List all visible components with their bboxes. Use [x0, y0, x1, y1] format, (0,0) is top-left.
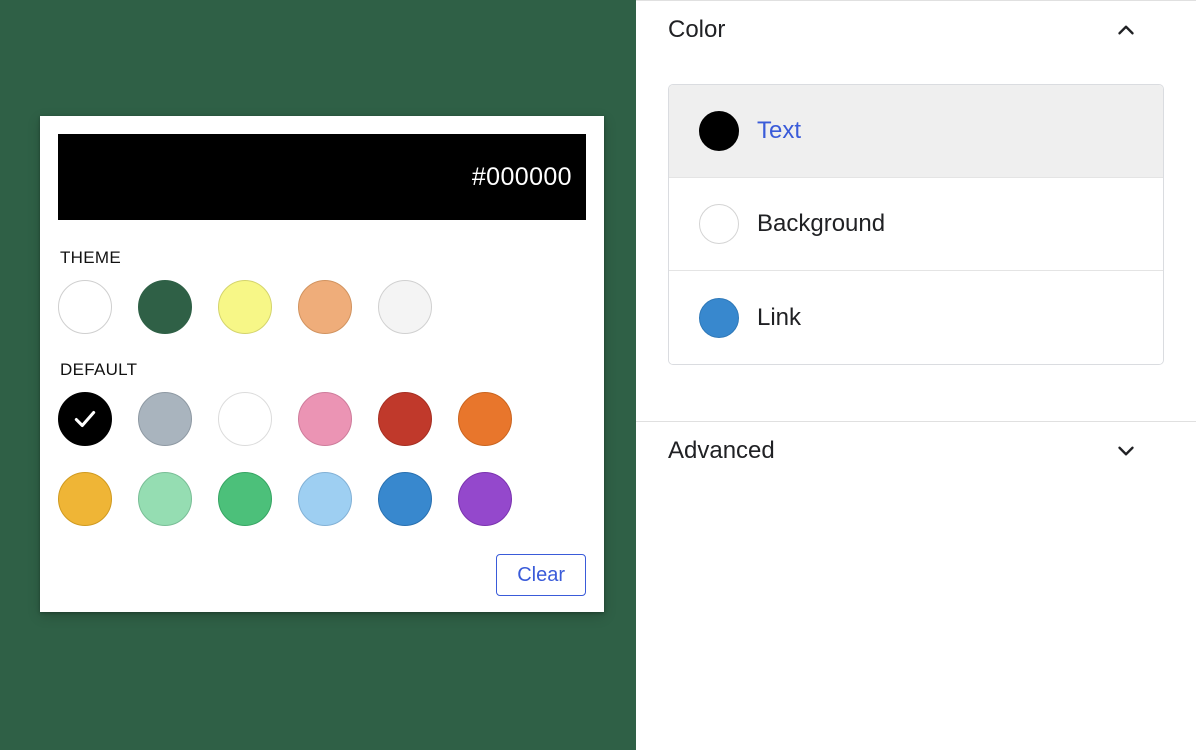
theme-swatch-peach[interactable]: [298, 280, 352, 334]
default-section-label: DEFAULT: [60, 360, 586, 380]
default-swatch-amber[interactable]: [58, 472, 112, 526]
color-section-title: Color: [668, 16, 725, 44]
color-swatch-dot: [699, 204, 739, 244]
sidebar-panel: Color Text Background Link Advanced: [636, 0, 1196, 750]
default-swatch-light-blue[interactable]: [298, 472, 352, 526]
default-swatch-orange[interactable]: [458, 392, 512, 446]
color-picker-footer: Clear: [58, 554, 586, 596]
default-swatch-red[interactable]: [378, 392, 432, 446]
clear-button[interactable]: Clear: [496, 554, 586, 596]
theme-swatch-white[interactable]: [58, 280, 112, 334]
color-picker-body: #000000 THEME DEFAULT Clear: [40, 116, 604, 612]
color-section-body: Text Background Link: [636, 84, 1196, 421]
theme-section-label: THEME: [60, 248, 586, 268]
default-swatch-purple[interactable]: [458, 472, 512, 526]
color-option-text[interactable]: Text: [669, 85, 1163, 178]
color-swatch-dot: [699, 111, 739, 151]
color-option-label: Link: [757, 304, 801, 332]
color-hex-value: #000000: [472, 163, 572, 192]
default-swatch-blue[interactable]: [378, 472, 432, 526]
theme-swatch-dark-green[interactable]: [138, 280, 192, 334]
default-swatch-white[interactable]: [218, 392, 272, 446]
color-option-background[interactable]: Background: [669, 178, 1163, 271]
advanced-section-header[interactable]: Advanced: [636, 422, 1196, 480]
default-swatch-gray-blue[interactable]: [138, 392, 192, 446]
theme-swatch-yellow[interactable]: [218, 280, 272, 334]
color-option-label: Background: [757, 210, 885, 238]
default-swatch-black[interactable]: [58, 392, 112, 446]
color-options-list: Text Background Link: [668, 84, 1164, 365]
check-icon: [72, 406, 98, 432]
color-preview-swatch: #000000: [58, 134, 586, 220]
theme-swatch-row: [58, 280, 586, 334]
default-swatch-row-2: [58, 472, 586, 526]
color-picker-popover: #000000 THEME DEFAULT Clear: [40, 116, 604, 612]
advanced-section-title: Advanced: [668, 437, 775, 465]
default-swatch-green[interactable]: [218, 472, 272, 526]
color-option-label: Text: [757, 117, 801, 145]
theme-swatch-light-gray[interactable]: [378, 280, 432, 334]
default-swatch-row-1: [58, 392, 586, 446]
color-swatch-dot: [699, 298, 739, 338]
chevron-down-icon[interactable]: [1113, 438, 1139, 464]
chevron-up-icon[interactable]: [1113, 17, 1139, 43]
color-option-link[interactable]: Link: [669, 271, 1163, 364]
default-swatch-pink[interactable]: [298, 392, 352, 446]
color-section-header[interactable]: Color: [636, 1, 1196, 59]
default-swatch-mint[interactable]: [138, 472, 192, 526]
